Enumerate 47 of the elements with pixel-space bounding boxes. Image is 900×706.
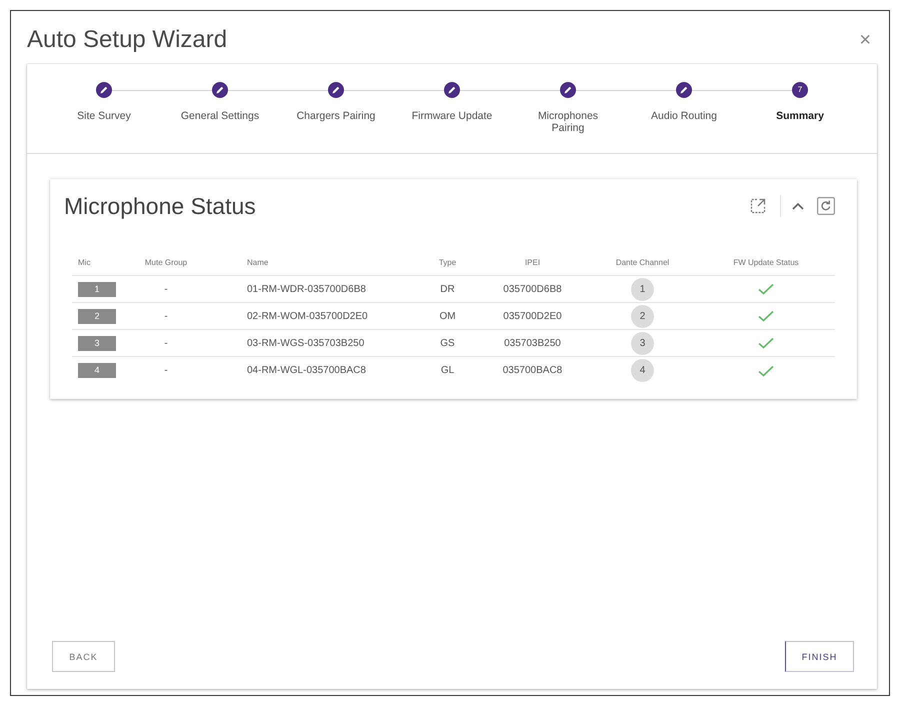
back-button[interactable]: BACK xyxy=(52,641,115,672)
table-cell: 035700D6B8 xyxy=(503,284,562,294)
finish-button[interactable]: FINISH xyxy=(785,641,854,672)
chevron-up-icon[interactable] xyxy=(792,202,804,210)
table-cell: - xyxy=(164,365,168,376)
refresh-icon[interactable] xyxy=(817,197,835,215)
card-title: Microphone Status xyxy=(64,192,256,220)
table-cell: - xyxy=(164,284,168,294)
close-button[interactable]: × xyxy=(855,30,875,50)
channel-number: 1 xyxy=(631,278,654,300)
table-cell: 035700D2E0 xyxy=(503,310,562,322)
table-cell: - xyxy=(164,338,168,348)
wizard-step[interactable]: Microphones Pairing xyxy=(518,82,618,134)
column-header: IPEI xyxy=(524,258,540,266)
wizard-step[interactable]: Site Survey xyxy=(54,82,154,122)
table-cell: 035700BAC8 xyxy=(502,365,562,376)
mic-number: 3 xyxy=(78,336,116,350)
column-header: Mic xyxy=(78,258,90,266)
column-header: Name xyxy=(247,258,268,266)
column-header: FW Update Status xyxy=(733,258,799,266)
table-cell: - xyxy=(164,310,168,322)
mic-number: 4 xyxy=(78,363,116,378)
column-header: Mute Group xyxy=(144,258,188,266)
wizard-step[interactable]: Audio Routing xyxy=(634,82,734,122)
mic-number: 2 xyxy=(78,308,116,324)
table-cell: 03-RM-WGS-035703B250 xyxy=(247,338,364,348)
wizard-step[interactable]: General Settings xyxy=(170,82,270,122)
column-header: Type xyxy=(438,258,456,266)
table-cell: 035703B250 xyxy=(504,338,561,348)
channel-number: 3 xyxy=(631,332,654,354)
table-cell: GL xyxy=(440,365,454,376)
table-cell: 04-RM-WGL-035700BAC8 xyxy=(247,365,366,376)
table-cell: 02-RM-WOM-035700D2E0 xyxy=(247,310,368,322)
popout-icon[interactable] xyxy=(750,198,766,214)
wizard-step[interactable]: Chargers Pairing xyxy=(286,82,386,122)
table-cell: DR xyxy=(440,284,455,294)
channel-number: 4 xyxy=(631,359,654,382)
wizard-step[interactable]: Firmware Update xyxy=(402,82,502,122)
wizard-step[interactable]: 7 Summary xyxy=(750,82,850,122)
dialog-title: Auto Setup Wizard xyxy=(27,26,228,54)
table-cell: GS xyxy=(440,338,455,348)
column-header: Dante Channel xyxy=(616,258,670,266)
table-cell: 01-RM-WDR-035700D6B8 xyxy=(247,284,366,294)
step-number: 7 xyxy=(792,82,808,98)
channel-number: 2 xyxy=(631,304,654,328)
mic-number: 1 xyxy=(78,282,116,296)
table-cell: OM xyxy=(439,310,456,322)
